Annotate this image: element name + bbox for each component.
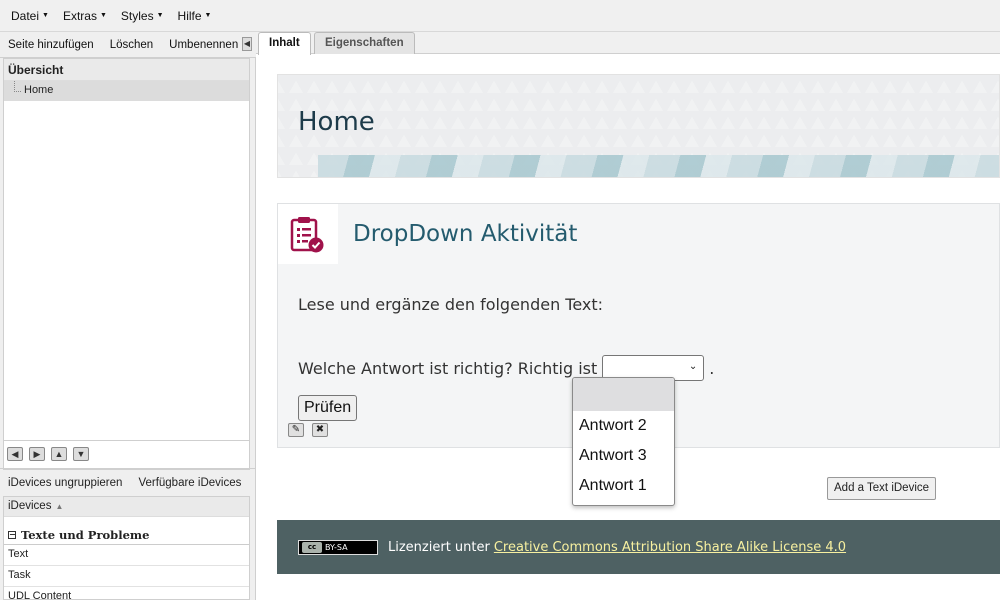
move-down-icon[interactable]: ▼: [73, 446, 89, 461]
editor-tabs: Inhalt Eigenschaften: [256, 32, 1000, 55]
banner-strip: [318, 155, 999, 177]
menu-extras[interactable]: Extras ▼: [56, 9, 114, 23]
answer-dropdown-list: Antwort 2 Antwort 3 Antwort 1: [572, 377, 675, 506]
menu-datei[interactable]: Datei ▼: [4, 9, 56, 23]
license-footer: cc BY-SA Lizenziert unter Creative Common…: [277, 520, 1000, 574]
idevice-icon-box: [278, 204, 338, 264]
add-page-button[interactable]: Seite hinzufügen: [0, 39, 102, 51]
edit-pencil-icon[interactable]: ✎: [288, 423, 304, 437]
cc-badge-text: BY-SA: [325, 542, 348, 552]
move-left-icon[interactable]: ◀: [7, 446, 23, 461]
tab-content[interactable]: Inhalt: [258, 32, 311, 55]
idevice-category[interactable]: − Texte und Probleme: [4, 517, 249, 545]
dropdown-option[interactable]: Antwort 1: [573, 471, 674, 501]
tab-properties[interactable]: Eigenschaften: [314, 32, 415, 54]
ungroup-idevices-button[interactable]: iDevices ungruppieren: [0, 477, 130, 489]
caret-down-icon: ▼: [42, 12, 49, 19]
cc-by-sa-badge: cc BY-SA: [298, 539, 378, 555]
cc-badge-label: cc: [302, 541, 322, 553]
outline-tree: Übersicht Home: [3, 58, 250, 470]
rename-page-button[interactable]: Umbenennen: [161, 39, 246, 51]
menu-datei-label: Datei: [11, 8, 40, 23]
license-prefix: Lizenziert unter: [388, 539, 490, 555]
menu-extras-label: Extras: [62, 8, 97, 23]
collapse-panel-icon[interactable]: ◀: [242, 37, 252, 51]
idevice-category-label: Texte und Probleme: [21, 527, 150, 542]
caret-down-icon: ▼: [156, 12, 164, 19]
dropdown-option[interactable]: Antwort 2: [573, 411, 674, 441]
left-panel: Seite hinzufügen Löschen Umbenennen ◀ Üb…: [0, 32, 256, 600]
idevice-list-header[interactable]: iDevices ▲: [4, 497, 249, 517]
sort-up-icon: ▲: [55, 502, 64, 511]
idevice-item-udl-content[interactable]: UDL Content: [4, 587, 249, 599]
outline-toolbar: Seite hinzufügen Löschen Umbenennen ◀: [0, 32, 256, 58]
dropdown-option-empty[interactable]: [573, 378, 674, 411]
idevice-edit-tools: ✎ ✖: [288, 423, 328, 437]
outline-item-home[interactable]: Home: [4, 81, 249, 101]
idevice-list-header-label: iDevices: [8, 500, 52, 512]
editor-area: Inhalt Eigenschaften Home DropDown Aktiv…: [256, 32, 1000, 600]
clipboard-check-icon: [290, 217, 324, 253]
outline-title: Übersicht: [4, 59, 249, 81]
menu-hilfe-label: Hilfe: [177, 8, 202, 23]
delete-page-button[interactable]: Löschen: [102, 39, 161, 51]
license-link[interactable]: Creative Commons Attribution Share Alike…: [494, 540, 846, 555]
idevice-item-task[interactable]: Task: [4, 566, 249, 587]
collapse-minus-icon[interactable]: −: [8, 530, 16, 539]
menu-styles[interactable]: Styles ▼: [114, 9, 171, 23]
question-text: Welche Antwort ist richtig? Richtig ist: [298, 358, 598, 378]
available-idevices-button[interactable]: Verfügbare iDevices: [130, 477, 249, 489]
dropdown-option[interactable]: Antwort 3: [573, 441, 674, 471]
page-title: Home: [298, 107, 375, 137]
page-header-banner: Home: [277, 74, 1000, 178]
move-right-icon[interactable]: ▶: [29, 446, 45, 461]
move-up-icon[interactable]: ▲: [51, 446, 67, 461]
delete-x-icon[interactable]: ✖: [312, 423, 328, 437]
question-period: .: [709, 358, 715, 378]
idevice-title: DropDown Aktivität: [353, 221, 578, 247]
caret-down-icon: ▼: [99, 12, 107, 19]
outline-move-toolbar: ◀ ▶ ▲ ▼: [3, 440, 250, 466]
check-button[interactable]: Prüfen: [298, 395, 358, 421]
idevice-list: iDevices ▲ − Texte und Probleme Text Task …: [3, 496, 250, 600]
menu-hilfe[interactable]: Hilfe ▼: [171, 9, 219, 23]
idevice-item-text[interactable]: Text: [4, 545, 249, 566]
menu-styles-label: Styles: [120, 8, 154, 23]
chevron-down-icon: ⌄: [688, 361, 698, 372]
add-text-idevice-button[interactable]: Add a Text iDevice: [827, 477, 937, 500]
idevice-toolbar: iDevices ungruppieren Verfügbare iDevice…: [0, 468, 256, 496]
menu-bar: Datei ▼ Extras ▼ Styles ▼ Hilfe ▼: [0, 0, 1000, 32]
caret-down-icon: ▼: [204, 12, 212, 19]
instruction-text: Lese und ergänze den folgenden Text:: [298, 295, 604, 314]
